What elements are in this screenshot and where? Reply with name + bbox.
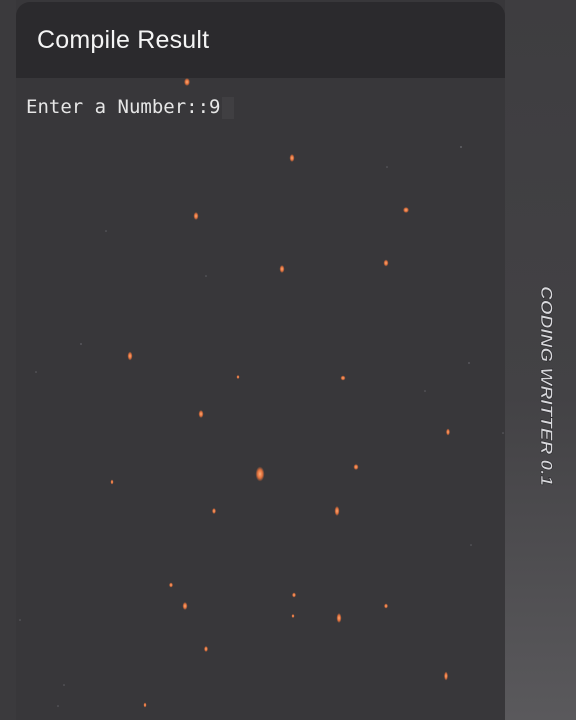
screen: Compile Result Enter a Number::9 CODING … — [0, 0, 576, 720]
watermark: CODING WRITTER 0.1 — [535, 286, 561, 488]
watermark-text: CODING WRITTER 0.1 — [537, 286, 556, 486]
ember-particles — [19, 78, 504, 708]
